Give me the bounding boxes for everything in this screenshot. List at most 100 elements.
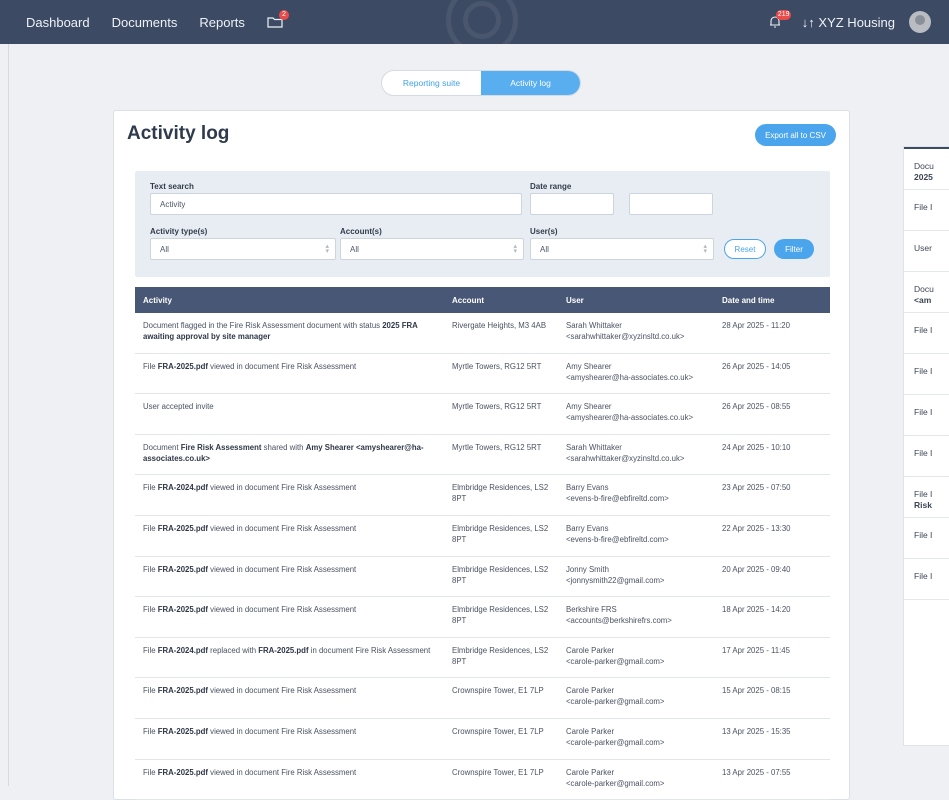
user-cell: Carole Parker <carole-parker@gmail.com> [566, 767, 726, 789]
side-list-item[interactable]: Docu 2025 [904, 149, 949, 190]
table-row[interactable]: Document flagged in the Fire Risk Assess… [135, 313, 830, 354]
accounts-select[interactable]: All ▴ ▾ [340, 238, 524, 260]
table-row[interactable]: Document Fire Risk Assessment shared wit… [135, 435, 830, 476]
side-item-text: File I [914, 530, 933, 540]
user-email: <sarahwhittaker@xyzinsltd.co.uk> [566, 332, 685, 341]
side-list-item[interactable]: File I Risk [904, 477, 949, 518]
side-list-item[interactable]: Docu <am [904, 272, 949, 313]
activity-highlight: FRA-2024.pdf [157, 483, 208, 493]
date-cell: 15 Apr 2025 - 08:15 [722, 686, 791, 696]
table-row[interactable]: File FRA-2025.pdf viewed in document Fir… [135, 597, 830, 638]
reset-button[interactable]: Reset [724, 239, 766, 259]
date-cell: 28 Apr 2025 - 11:20 [722, 321, 790, 330]
users-select[interactable]: All ▴ ▾ [530, 238, 714, 260]
table-row[interactable]: File FRA-2025.pdf viewed in document Fir… [135, 760, 830, 800]
user-name: Berkshire FRS [566, 605, 617, 615]
activity-highlight: FRA-2025.pdf [157, 686, 208, 696]
text-search-input[interactable]: Activity [150, 193, 522, 215]
nav-reports[interactable]: Reports [199, 15, 245, 30]
activity-highlight: FRA-2025.pdf [157, 767, 208, 777]
user-name: Barry Evans [566, 523, 609, 533]
user-name: Sarah Whittaker [566, 321, 622, 330]
activity-text: viewed in document Fire Risk Assessment [208, 483, 357, 493]
activity-highlight: FRA-2025.pdf [157, 361, 208, 371]
activity-description: File FRA-2025.pdf viewed in document Fir… [143, 726, 443, 737]
side-list-item[interactable]: User [904, 231, 949, 272]
filter-button[interactable]: Filter [774, 239, 814, 259]
tab-reporting-suite[interactable]: Reporting suite [382, 71, 481, 95]
date-to-input[interactable] [629, 193, 713, 215]
brand-logo-watermark [446, 0, 518, 44]
side-list-item[interactable]: File I [904, 395, 949, 436]
activity-text: replaced with [208, 645, 259, 655]
account-cell: Elmbridge Residences, LS2 8PT [452, 523, 549, 544]
nav-documents[interactable]: Documents [112, 15, 178, 30]
user-name: Carole Parker [566, 686, 615, 696]
users-label: User(s) [530, 227, 558, 236]
user-name: Amy Shearer [566, 361, 612, 371]
table-row[interactable]: File FRA-2025.pdf viewed in document Fir… [135, 557, 830, 598]
date-cell: 17 Apr 2025 - 11:45 [722, 645, 790, 655]
activity-description: File FRA-2025.pdf viewed in document Fir… [143, 604, 443, 615]
account-cell: Elmbridge Residences, LS2 8PT [452, 605, 549, 626]
user-name: Carole Parker [566, 767, 615, 777]
account-cell: Myrtle Towers, RG12 5RT [452, 361, 542, 371]
side-item-text: File I [914, 407, 933, 417]
nav-dashboard[interactable]: Dashboard [26, 15, 90, 30]
account-cell: Elmbridge Residences, LS2 8PT [452, 645, 549, 666]
select-chevron-icon: ▴ ▾ [703, 243, 707, 255]
side-list-item[interactable]: File I [904, 354, 949, 395]
account-cell: Crownspire Tower, E1 7LP [452, 686, 544, 696]
select-chevron-icon: ▴ ▾ [513, 243, 517, 255]
bell-icon[interactable]: 219 [768, 10, 792, 29]
side-item-text: Docu [914, 161, 934, 171]
table-row[interactable]: File FRA-2024.pdf replaced with FRA-2025… [135, 638, 830, 679]
export-csv-button[interactable]: Export all to CSV [755, 124, 836, 146]
column-header-date[interactable]: Date and time [722, 296, 774, 305]
column-header-activity[interactable]: Activity [143, 296, 172, 305]
activity-text: Document [143, 442, 181, 452]
activity-text: viewed in document Fire Risk Assessment [208, 726, 357, 736]
table-row[interactable]: File FRA-2025.pdf viewed in document Fir… [135, 516, 830, 557]
user-cell: Sarah Whittaker <sarahwhittaker@xyzinsltd… [566, 320, 726, 342]
activity-text: User accepted invite [143, 402, 214, 412]
side-item-text: File I [914, 448, 933, 458]
text-search-label: Text search [150, 182, 194, 191]
table-row[interactable]: File FRA-2025.pdf viewed in document Fir… [135, 719, 830, 760]
activity-description: File FRA-2025.pdf viewed in document Fir… [143, 685, 443, 696]
date-from-input[interactable] [530, 193, 614, 215]
user-email: <evens-b-fire@ebfireltd.com> [566, 534, 669, 544]
side-list-item[interactable]: File I [904, 559, 949, 600]
side-list-item[interactable]: File I [904, 518, 949, 559]
user-cell: Barry Evans <evens-b-fire@ebfireltd.com> [566, 523, 726, 545]
user-name: Amy Shearer [566, 402, 612, 412]
side-item-text: 2025 [914, 172, 933, 182]
user-email: <amyshearer@ha-associates.co.uk> [566, 372, 694, 382]
folder-icon[interactable]: 2 [267, 10, 289, 28]
table-row[interactable]: User accepted invite Myrtle Towers, RG12 … [135, 394, 830, 435]
table-row[interactable]: File FRA-2025.pdf viewed in document Fir… [135, 354, 830, 395]
activity-types-label: Activity type(s) [150, 227, 208, 236]
side-item-text: File I [914, 489, 933, 499]
organisation-switcher[interactable]: ↓↑ XYZ Housing [802, 15, 895, 30]
side-list-item[interactable]: File I [904, 436, 949, 477]
top-navigation-bar: Dashboard Documents Reports 2 219 ↓↑ XYZ… [0, 0, 949, 44]
user-email: <evens-b-fire@ebfireltd.com> [566, 494, 669, 504]
activity-description: User accepted invite [143, 401, 443, 412]
activity-description: File FRA-2025.pdf viewed in document Fir… [143, 564, 443, 575]
activity-types-select[interactable]: All ▴ ▾ [150, 238, 336, 260]
activity-table-body: Document flagged in the Fire Risk Assess… [135, 313, 830, 800]
folder-badge: 2 [278, 10, 289, 20]
table-row[interactable]: File FRA-2024.pdf viewed in document Fir… [135, 475, 830, 516]
user-email: <amyshearer@ha-associates.co.uk> [566, 413, 694, 423]
user-name: Carole Parker [566, 645, 615, 655]
side-list-item[interactable]: File I [904, 313, 949, 354]
column-header-user[interactable]: User [566, 296, 584, 305]
side-list-item[interactable]: File I [904, 190, 949, 231]
user-avatar[interactable] [909, 11, 931, 33]
user-email: <accounts@berkshirefrs.com> [566, 616, 672, 626]
table-row[interactable]: File FRA-2025.pdf viewed in document Fir… [135, 678, 830, 719]
column-header-account[interactable]: Account [452, 296, 484, 305]
tab-activity-log[interactable]: Activity log [481, 71, 580, 95]
activity-description: File FRA-2025.pdf viewed in document Fir… [143, 767, 443, 778]
